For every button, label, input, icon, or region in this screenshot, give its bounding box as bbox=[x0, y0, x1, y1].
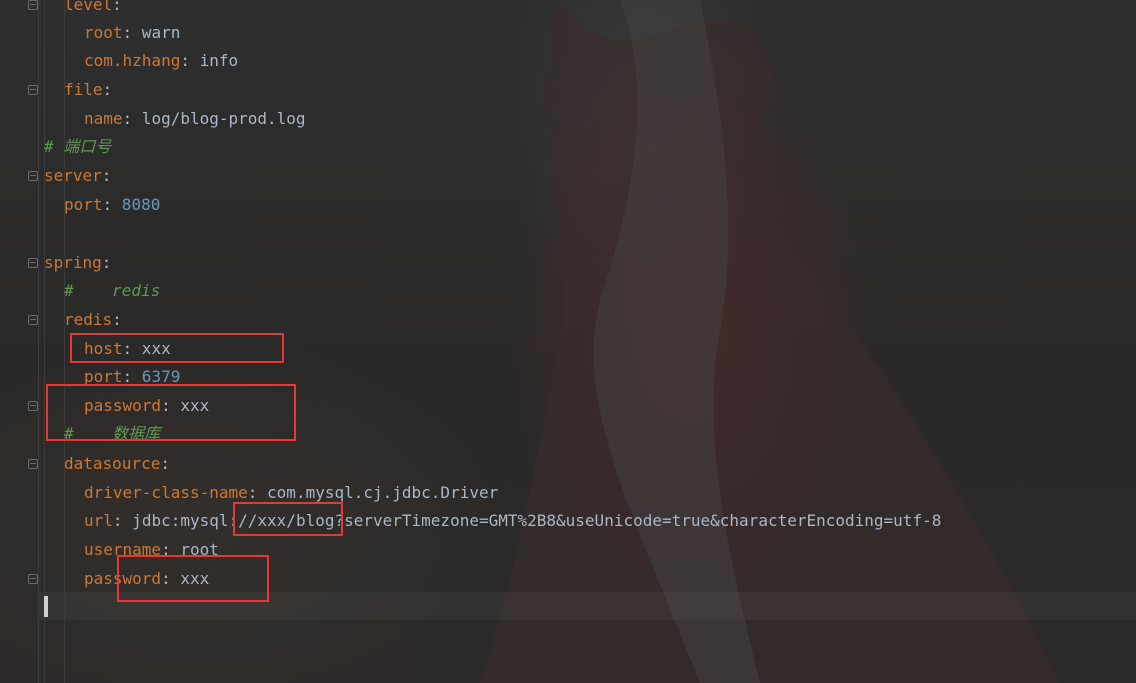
fold-toggle-icon[interactable] bbox=[28, 315, 38, 325]
yaml-key: driver-class-name bbox=[84, 483, 248, 502]
code-line[interactable]: root: warn bbox=[84, 19, 180, 47]
code-line[interactable]: port: 8080 bbox=[64, 191, 160, 219]
yaml-value: log/blog-prod.log bbox=[132, 109, 306, 128]
code-line[interactable]: datasource: bbox=[64, 450, 170, 478]
yaml-separator: : bbox=[112, 511, 123, 530]
yaml-value: 8080 bbox=[112, 195, 161, 214]
yaml-key: server bbox=[44, 166, 102, 185]
fold-toggle-icon[interactable] bbox=[28, 459, 38, 469]
yaml-separator: : bbox=[101, 166, 112, 185]
yaml-separator: : bbox=[101, 253, 112, 272]
yaml-separator: : bbox=[112, 0, 122, 14]
code-line[interactable]: spring: bbox=[44, 249, 111, 277]
yaml-value: com.mysql.cj.jdbc.Driver bbox=[257, 483, 499, 502]
code-editor[interactable]: level: root: warn com.hzhang: info file: nam… bbox=[0, 0, 1136, 683]
indent-guide bbox=[44, 0, 45, 683]
code-line[interactable]: url: jdbc:mysql://xxx/blog?serverTimezon… bbox=[84, 507, 941, 535]
yaml-key: url bbox=[84, 511, 113, 530]
yaml-separator: : bbox=[180, 51, 190, 70]
highlight-box-db-password bbox=[117, 555, 269, 602]
fold-toggle-icon[interactable] bbox=[28, 258, 38, 268]
yaml-comment: # 端口号 bbox=[44, 137, 112, 156]
code-line[interactable]: redis: bbox=[64, 306, 122, 334]
code-line[interactable]: server: bbox=[44, 162, 111, 190]
yaml-value: warn bbox=[132, 23, 181, 42]
yaml-key: spring bbox=[44, 253, 102, 272]
yaml-key: file bbox=[64, 80, 103, 99]
yaml-separator: : bbox=[160, 454, 170, 473]
code-line[interactable]: name: log/blog-prod.log bbox=[84, 105, 306, 133]
yaml-key: root bbox=[84, 23, 123, 42]
code-line[interactable]: file: bbox=[64, 76, 112, 104]
yaml-key: datasource bbox=[64, 454, 161, 473]
yaml-separator: : bbox=[102, 80, 113, 99]
highlight-box-db-url bbox=[233, 502, 343, 536]
fold-toggle-icon[interactable] bbox=[28, 0, 38, 10]
fold-toggle-icon[interactable] bbox=[28, 85, 38, 95]
code-line[interactable]: com.hzhang: info bbox=[84, 47, 238, 75]
highlight-box-redis-host bbox=[70, 333, 284, 363]
yaml-value: info bbox=[189, 51, 239, 70]
yaml-key: level bbox=[64, 0, 113, 14]
yaml-comment: # redis bbox=[64, 281, 161, 300]
fold-toggle-icon[interactable] bbox=[28, 401, 38, 411]
fold-toggle-icon[interactable] bbox=[28, 171, 38, 181]
yaml-key: port bbox=[64, 195, 103, 214]
highlight-box-redis-password bbox=[46, 384, 296, 441]
text-caret bbox=[44, 596, 48, 617]
yaml-key: redis bbox=[64, 310, 113, 329]
yaml-separator: : bbox=[112, 310, 122, 329]
yaml-key: name bbox=[84, 109, 123, 128]
code-line[interactable]: level: bbox=[64, 0, 122, 19]
yaml-key: com.hzhang bbox=[84, 51, 181, 70]
yaml-separator: : bbox=[122, 109, 133, 128]
yaml-separator: : bbox=[122, 23, 133, 42]
code-line[interactable]: # redis bbox=[64, 277, 160, 305]
code-line[interactable]: # 端口号 bbox=[44, 133, 111, 161]
yaml-separator: : bbox=[102, 195, 113, 214]
fold-toggle-icon[interactable] bbox=[28, 574, 38, 584]
yaml-separator: : bbox=[247, 483, 258, 502]
